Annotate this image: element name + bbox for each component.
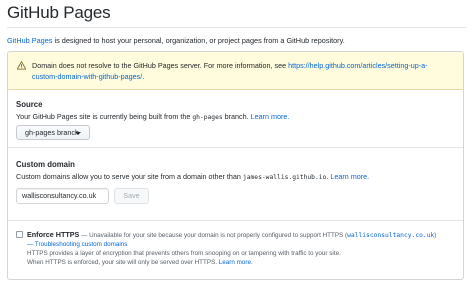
source-branch-label: gh-pages branch: [25, 128, 79, 137]
troubleshooting-link[interactable]: — Troubleshooting custom domains: [27, 241, 127, 248]
custom-domain-heading: Custom domain: [16, 160, 75, 169]
custom-domain-help-link-cont[interactable]: custom-domain-with-github-pages/: [32, 72, 142, 81]
https-enforced-note: When HTTPS is enforced, your site will o…: [27, 259, 253, 266]
enforce-https-checkbox[interactable]: [16, 231, 23, 238]
source-heading: Source: [16, 100, 43, 109]
caret-down-icon: [75, 132, 81, 135]
default-domain-code: james-wallis.github.io: [242, 174, 327, 181]
custom-domain-help-link[interactable]: https://help.github.com/articles/setting…: [288, 61, 427, 70]
enforce-https-section: Enforce HTTPS — Unavailable for your sit…: [8, 221, 463, 279]
custom-domain-input[interactable]: wallisconsultancy.co.uk: [16, 188, 109, 204]
https-learn-more-link[interactable]: Learn more.: [219, 259, 253, 266]
branch-code: gh-pages: [192, 114, 223, 121]
github-pages-link[interactable]: GitHub Pages: [7, 36, 52, 45]
intro-text: GitHub Pages is designed to host your pe…: [7, 35, 345, 46]
enforce-https-label: Enforce HTTPS: [27, 230, 80, 239]
save-button[interactable]: Save: [114, 188, 149, 204]
https-domain-code: wallisconsultancy.co.uk: [347, 232, 435, 239]
source-learn-more-link[interactable]: Learn more.: [251, 112, 290, 121]
alert-icon: [17, 61, 26, 70]
custom-domain-section: Custom domain Custom domains allow you t…: [8, 148, 463, 221]
page-title: GitHub Pages: [7, 3, 111, 22]
title-divider: [7, 27, 466, 28]
intro-description: is designed to host your personal, organ…: [52, 36, 345, 45]
custom-domain-description: Custom domains allow you to serve your s…: [16, 172, 370, 181]
source-section: Source Your GitHub Pages site is current…: [8, 90, 463, 148]
enforce-https-line: Enforce HTTPS — Unavailable for your sit…: [27, 230, 437, 239]
pages-settings-panel: Domain does not resolve to the GitHub Pa…: [7, 51, 464, 280]
custom-domain-learn-more-link[interactable]: Learn more.: [330, 172, 369, 181]
warning-message: Domain does not resolve to the GitHub Pa…: [32, 61, 428, 81]
source-branch-dropdown[interactable]: gh-pages branch: [16, 125, 90, 140]
https-description: HTTPS provides a layer of encryption tha…: [27, 250, 341, 257]
source-description: Your GitHub Pages site is currently bein…: [16, 112, 290, 121]
troubleshooting-line: — Troubleshooting custom domains: [27, 240, 127, 249]
domain-warning-banner: Domain does not resolve to the GitHub Pa…: [8, 52, 463, 90]
